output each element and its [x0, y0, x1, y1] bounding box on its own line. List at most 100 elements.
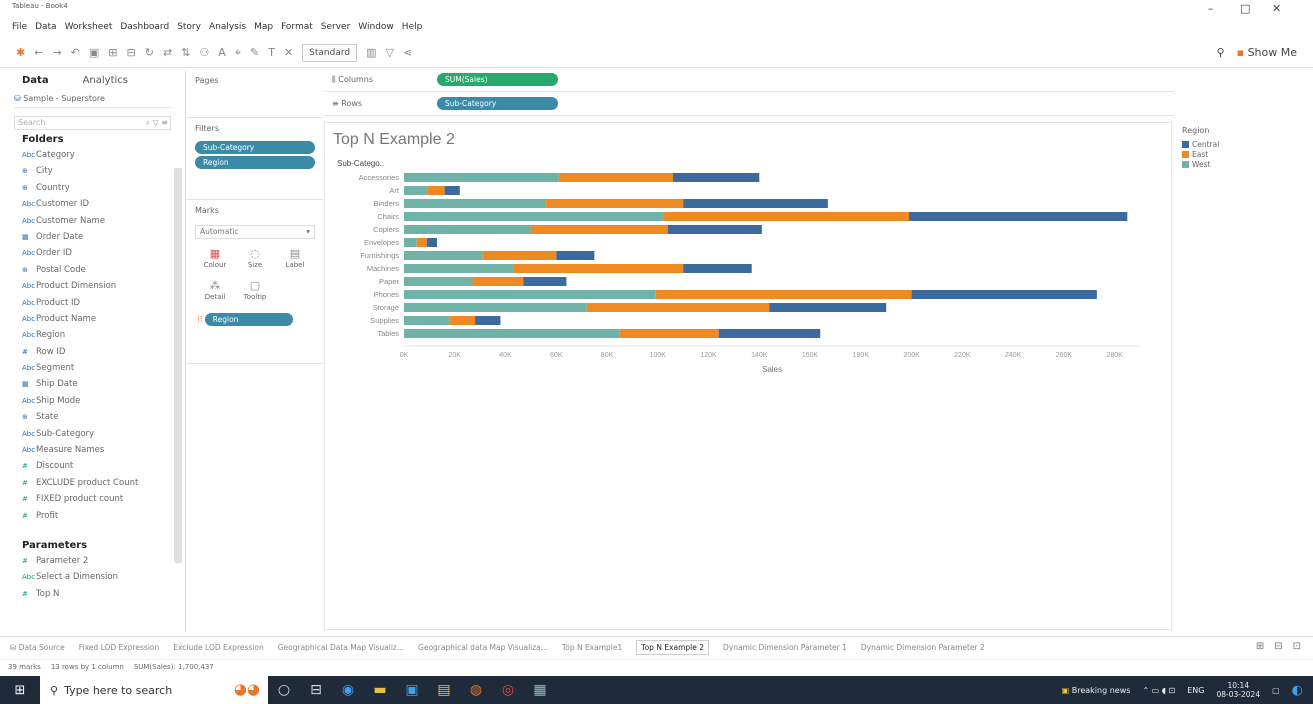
highlight-icon[interactable]: ✎	[250, 46, 259, 59]
field-item[interactable]: AbcCategory	[0, 147, 185, 163]
rows-pill[interactable]: Sub-Category	[437, 97, 558, 110]
swap-icon[interactable]: ⇄	[163, 46, 172, 59]
sheet-tab[interactable]: Exclude LOD Expression	[173, 643, 263, 652]
parameter-item[interactable]: # Top N	[0, 586, 185, 602]
bar-segment[interactable]	[404, 225, 531, 234]
sheet-tab[interactable]: Geographical data Map Visualiza...	[418, 643, 548, 652]
menu-analysis[interactable]: Analysis	[209, 22, 246, 32]
bar-segment[interactable]	[404, 238, 417, 247]
file-explorer-icon[interactable]: ▬	[364, 682, 396, 698]
field-item[interactable]: AbcCustomer ID	[0, 196, 185, 212]
forward-icon[interactable]: →	[52, 46, 61, 59]
menu-server[interactable]: Server	[321, 22, 351, 32]
field-item[interactable]: ⊕ Country	[0, 180, 185, 196]
bar-segment[interactable]	[909, 212, 1128, 221]
bar-segment[interactable]	[449, 316, 476, 325]
menu-worksheet[interactable]: Worksheet	[65, 22, 113, 32]
new-worksheet-icon[interactable]: ⊟	[127, 46, 136, 59]
chrome-icon[interactable]: ◎	[492, 682, 524, 698]
edge-icon[interactable]: ◉	[332, 682, 364, 698]
parameter-item[interactable]: # Parameter 2	[0, 553, 185, 569]
field-item[interactable]: AbcMeasure Names	[0, 442, 185, 458]
share-icon[interactable]: ⋖	[403, 46, 412, 59]
undo-icon[interactable]: ↶	[71, 46, 80, 59]
bar-segment[interactable]	[911, 290, 1097, 299]
tooltip-button[interactable]: ▢ Tooltip	[237, 279, 273, 307]
search-tools-icon[interactable]: ⌕ ▽ ≡	[146, 117, 168, 129]
refresh-icon[interactable]: ↻	[145, 46, 154, 59]
bar-segment[interactable]	[404, 264, 514, 273]
rows-shelf[interactable]: ≡ Rows Sub-Category	[324, 94, 1174, 116]
bar-segment[interactable]	[546, 199, 684, 208]
bar-segment[interactable]	[513, 264, 684, 273]
filter-icon[interactable]: ▽	[386, 46, 394, 59]
bar-segment[interactable]	[530, 225, 668, 234]
columns-pill[interactable]: SUM(Sales)	[437, 73, 558, 86]
columns-shelf[interactable]: ⫼ Columns SUM(Sales)	[324, 70, 1174, 92]
bar-segment[interactable]	[673, 173, 760, 182]
field-search-input[interactable]: Search ⌕ ▽ ≡	[14, 116, 171, 130]
bar-segment[interactable]	[475, 316, 501, 325]
bar-segment[interactable]	[718, 329, 821, 338]
field-item[interactable]: # Profit	[0, 508, 185, 524]
field-item[interactable]: ⊕ State	[0, 409, 185, 425]
chart-icon[interactable]: ▥	[366, 46, 376, 59]
bar-segment[interactable]	[482, 251, 557, 260]
task-view-icon[interactable]: ⊟	[300, 682, 332, 698]
cortana-icon[interactable]: ○	[268, 682, 300, 698]
bar-segment[interactable]	[655, 290, 912, 299]
legend-item-east[interactable]: East	[1176, 149, 1306, 159]
clear-icon[interactable]: ✕	[284, 46, 293, 59]
bar-segment[interactable]	[404, 329, 620, 338]
store-icon[interactable]: ▣	[396, 682, 428, 698]
pin-icon[interactable]: ⌖	[235, 46, 241, 60]
field-item[interactable]: # Discount	[0, 458, 185, 474]
bar-segment[interactable]	[404, 290, 656, 299]
bar-segment[interactable]	[619, 329, 719, 338]
bar-segment[interactable]	[404, 199, 547, 208]
bar-segment[interactable]	[662, 212, 910, 221]
tray-icons[interactable]: ⌃ ▭ ◖ ⊡	[1142, 686, 1175, 695]
menu-dashboard[interactable]: Dashboard	[120, 22, 169, 32]
show-me-button[interactable]: ▪ Show Me	[1237, 46, 1297, 59]
legend-item-west[interactable]: West	[1176, 159, 1306, 169]
taskbar-search[interactable]: ⚲ Type here to search ◕◕	[40, 676, 268, 704]
restore-button[interactable]: □	[1240, 2, 1250, 15]
bar-segment[interactable]	[426, 186, 445, 195]
menu-data[interactable]: Data	[35, 22, 57, 32]
bar-segment[interactable]	[523, 277, 567, 286]
label-toggle-icon[interactable]: A	[218, 46, 226, 59]
mark-type-select[interactable]: Automatic ▾	[195, 225, 315, 239]
menu-map[interactable]: Map	[254, 22, 273, 32]
legend-item-central[interactable]: Central	[1176, 139, 1306, 149]
bar-segment[interactable]	[558, 173, 674, 182]
bar-segment[interactable]	[769, 303, 887, 312]
tableau-logo-icon[interactable]: ✱	[16, 46, 25, 59]
marks-pill-region[interactable]: Region	[204, 313, 293, 326]
field-item[interactable]: ▦ Ship Date	[0, 376, 185, 392]
bar-segment[interactable]	[404, 303, 587, 312]
field-item[interactable]: ⊕ City	[0, 163, 185, 179]
detail-button[interactable]: ⁂ Detail	[197, 279, 233, 307]
bar-segment[interactable]	[667, 225, 762, 234]
field-item[interactable]: AbcShip Mode	[0, 393, 185, 409]
menu-story[interactable]: Story	[177, 22, 201, 32]
filter-pill-region[interactable]: Region	[195, 156, 315, 169]
new-story-tab-icon[interactable]: ⊡	[1293, 641, 1301, 652]
label-button[interactable]: ▤ Label	[277, 247, 313, 275]
format-icon[interactable]: T	[268, 46, 275, 59]
data-source-name[interactable]: ⛁ Sample - Superstore	[14, 94, 171, 108]
comment-icon[interactable]: ⚲	[1217, 46, 1225, 59]
firefox-icon[interactable]: ◍	[460, 682, 492, 698]
new-worksheet-tab-icon[interactable]: ⊞	[1256, 641, 1264, 652]
colour-button[interactable]: ▦ Colour	[197, 247, 233, 275]
menu-file[interactable]: File	[12, 22, 27, 32]
bar-segment[interactable]	[556, 251, 595, 260]
notification-icon[interactable]: ▢	[1272, 686, 1280, 695]
parameter-item[interactable]: AbcSelect a Dimension	[0, 569, 185, 585]
bar-segment[interactable]	[404, 316, 450, 325]
field-item[interactable]: # Row ID	[0, 344, 185, 360]
field-item[interactable]: AbcOrder ID	[0, 245, 185, 261]
sheet-tab[interactable]: Geographical Data Map Visualiz...	[278, 643, 404, 652]
fit-select[interactable]: Standard	[302, 43, 358, 62]
